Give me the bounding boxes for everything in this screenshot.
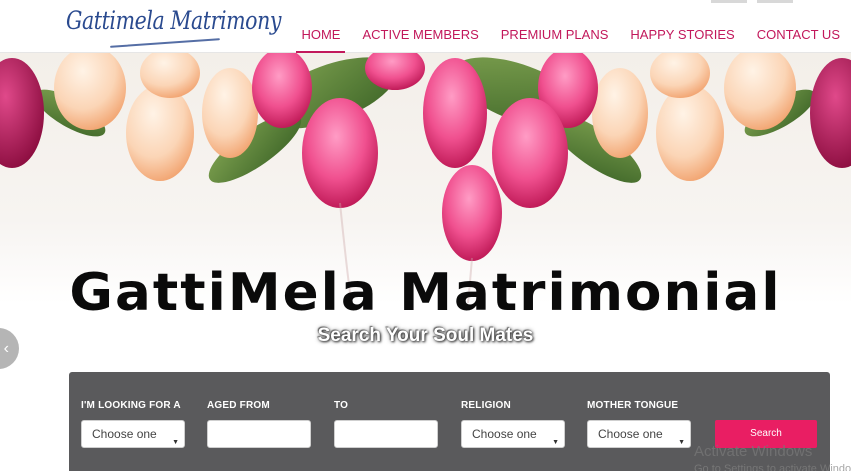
nav-active-members[interactable]: ACTIVE MEMBERS (351, 0, 489, 53)
religion-label: RELIGION (461, 400, 511, 411)
chevron-down-icon: ▼ (678, 439, 685, 446)
activate-windows-watermark: Activate Windows (694, 443, 813, 460)
aged-to-label: TO (334, 400, 349, 411)
mother-tongue-value: Choose one (598, 427, 663, 441)
nav-contact-us[interactable]: CONTACT US (746, 0, 851, 53)
looking-for-value: Choose one (92, 427, 157, 441)
mother-tongue-label: MOTHER TONGUE (587, 400, 679, 411)
nav-premium-plans[interactable]: PREMIUM PLANS (490, 0, 620, 53)
chevron-down-icon: ▼ (552, 439, 559, 446)
site-logo[interactable]: Gattimela Matrimony (66, 6, 281, 35)
looking-for-select[interactable]: Choose one ▼ (81, 420, 185, 448)
chevron-left-icon: ‹ (3, 340, 9, 357)
activate-windows-hint: Go to Settings to activate Windows. (694, 463, 851, 471)
aged-from-label: AGED FROM (207, 400, 270, 411)
aged-from-input[interactable] (207, 420, 311, 448)
site-header: Gattimela Matrimony HOME ACTIVE MEMBERS … (0, 0, 851, 53)
hero-title: GattiMela Matrimonial (69, 263, 782, 323)
nav-home[interactable]: HOME (290, 0, 351, 53)
aged-to-input[interactable] (334, 420, 438, 448)
logo-swash (110, 38, 220, 48)
hero-banner: GattiMela Matrimonial Search Your Soul M… (0, 53, 851, 471)
religion-select[interactable]: Choose one ▼ (461, 420, 565, 448)
nav-happy-stories[interactable]: HAPPY STORIES (619, 0, 745, 53)
hero-subtitle: Search Your Soul Mates (317, 325, 534, 346)
mother-tongue-select[interactable]: Choose one ▼ (587, 420, 691, 448)
chevron-down-icon: ▼ (172, 439, 179, 446)
religion-value: Choose one (472, 427, 537, 441)
main-nav: HOME ACTIVE MEMBERS PREMIUM PLANS HAPPY … (290, 0, 851, 53)
looking-for-label: I'M LOOKING FOR A (81, 400, 181, 411)
